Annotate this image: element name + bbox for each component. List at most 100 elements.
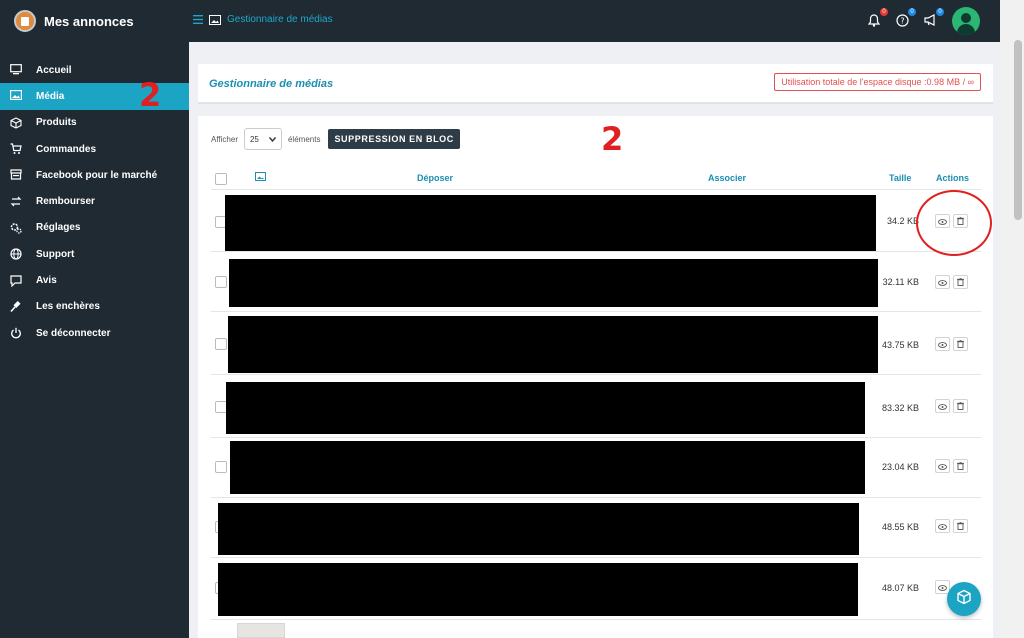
sidebar-item-label: Rembourser bbox=[36, 196, 95, 208]
sidebar-item-label: Se déconnecter bbox=[36, 327, 111, 339]
sidebar-item-logout[interactable]: Se déconnecter bbox=[0, 320, 189, 346]
cube-icon bbox=[956, 589, 972, 610]
table-row: 48.07 KB bbox=[211, 558, 981, 620]
menu-toggle-icon[interactable] bbox=[193, 15, 203, 24]
show-label: Afficher bbox=[211, 134, 238, 144]
svg-text:?: ? bbox=[900, 17, 904, 26]
image-column-icon bbox=[255, 172, 266, 183]
table-header: Déposer Associer Taille Actions bbox=[211, 168, 981, 190]
sidebar-item-rembourser[interactable]: Rembourser bbox=[0, 188, 189, 214]
view-button[interactable] bbox=[935, 275, 950, 289]
table-row: 43.75 KB bbox=[211, 312, 981, 375]
globe-icon bbox=[10, 248, 22, 260]
view-button[interactable] bbox=[935, 459, 950, 473]
scrollbar-thumb[interactable] bbox=[1014, 40, 1022, 220]
bulk-delete-button[interactable]: SUPPRESSION EN BLOC bbox=[328, 129, 460, 149]
delete-button[interactable] bbox=[953, 459, 968, 473]
help-badge: 0 bbox=[908, 8, 916, 16]
eye-icon bbox=[938, 273, 947, 291]
help-icon[interactable]: ? 0 bbox=[896, 8, 916, 28]
delete-button[interactable] bbox=[953, 275, 968, 289]
sidebar: Accueil Média Produits Commandes Faceboo… bbox=[0, 42, 189, 638]
sidebar-item-facebook-marketplace[interactable]: Facebook pour le marché bbox=[0, 162, 189, 188]
row-checkbox[interactable] bbox=[215, 461, 227, 473]
redacted-content bbox=[218, 503, 859, 555]
redacted-content bbox=[218, 563, 858, 616]
sidebar-item-label: Facebook pour le marché bbox=[36, 169, 158, 181]
gears-icon bbox=[10, 222, 22, 234]
breadcrumb: Gestionnaire de médias bbox=[193, 14, 333, 25]
row-checkbox[interactable] bbox=[215, 276, 227, 288]
delete-button[interactable] bbox=[953, 337, 968, 351]
column-size[interactable]: Taille bbox=[889, 173, 911, 183]
header-card: Gestionnaire de médias Utilisation total… bbox=[198, 64, 993, 104]
redacted-content bbox=[226, 382, 865, 434]
table-row: 83.32 KB bbox=[211, 375, 981, 438]
file-size: 34.2 KB bbox=[886, 216, 919, 226]
table-row: 23.04 KB bbox=[211, 438, 981, 498]
breadcrumb-label[interactable]: Gestionnaire de médias bbox=[227, 14, 333, 25]
power-icon bbox=[10, 327, 22, 339]
file-size: 83.32 KB bbox=[881, 403, 919, 413]
top-bar: Mes annonces Gestionnaire de médias 0 ? … bbox=[0, 0, 1000, 42]
table-controls: Afficher 25 éléments SUPPRESSION EN BLOC bbox=[211, 128, 460, 150]
brand-logo-icon bbox=[14, 10, 36, 32]
sidebar-item-encheres[interactable]: Les enchères bbox=[0, 294, 189, 320]
sidebar-item-label: Réglages bbox=[36, 222, 81, 234]
cart-icon bbox=[10, 143, 22, 155]
sidebar-item-label: Les enchères bbox=[36, 301, 100, 313]
refund-icon bbox=[10, 196, 22, 208]
sidebar-item-commandes[interactable]: Commandes bbox=[0, 136, 189, 162]
sidebar-item-reglages[interactable]: Réglages bbox=[0, 215, 189, 241]
trash-icon bbox=[957, 335, 964, 353]
table-row: 32.11 KB bbox=[211, 252, 981, 312]
file-size: 23.04 KB bbox=[881, 462, 919, 472]
sidebar-item-avis[interactable]: Avis bbox=[0, 267, 189, 293]
column-associate[interactable]: Associer bbox=[708, 173, 746, 183]
sidebar-item-support[interactable]: Support bbox=[0, 241, 189, 267]
monitor-icon bbox=[10, 64, 22, 76]
redacted-content bbox=[229, 259, 878, 307]
column-upload[interactable]: Déposer bbox=[417, 173, 453, 183]
image-icon bbox=[209, 14, 221, 25]
trash-icon bbox=[957, 517, 964, 535]
redacted-content bbox=[225, 195, 876, 251]
select-all-checkbox[interactable] bbox=[215, 173, 227, 185]
row-checkbox[interactable] bbox=[215, 338, 227, 350]
eye-icon bbox=[938, 517, 947, 535]
annotation-circle bbox=[916, 190, 992, 256]
eye-icon bbox=[938, 578, 947, 596]
top-icons: 0 ? 0 0 bbox=[868, 7, 980, 35]
redacted-content bbox=[230, 441, 865, 494]
image-icon bbox=[10, 90, 22, 102]
floating-cube-button[interactable] bbox=[947, 582, 981, 616]
elements-label: éléments bbox=[287, 134, 321, 144]
view-button[interactable] bbox=[935, 337, 950, 351]
view-button[interactable] bbox=[935, 519, 950, 533]
table-row: 34.2 KB bbox=[211, 192, 981, 252]
page-size-select[interactable]: 25 bbox=[243, 128, 282, 150]
eye-icon bbox=[938, 335, 947, 353]
eye-icon bbox=[938, 457, 947, 475]
sidebar-item-label: Commandes bbox=[36, 143, 97, 155]
user-avatar[interactable] bbox=[952, 7, 980, 35]
annotation-number: 2 bbox=[601, 120, 624, 158]
file-size: 43.75 KB bbox=[881, 340, 919, 350]
sidebar-item-label: Accueil bbox=[36, 64, 72, 76]
box-icon bbox=[10, 117, 22, 129]
delete-button[interactable] bbox=[953, 519, 968, 533]
brand[interactable]: Mes annonces bbox=[14, 8, 134, 34]
megaphone-icon[interactable]: 0 bbox=[924, 8, 944, 28]
view-button[interactable] bbox=[935, 399, 950, 413]
annotation-number: 2 bbox=[139, 76, 162, 114]
eye-icon bbox=[938, 397, 947, 415]
table-row: 48.55 KB bbox=[211, 498, 981, 558]
page-title: Gestionnaire de médias bbox=[209, 78, 334, 90]
bell-icon[interactable]: 0 bbox=[868, 8, 888, 28]
gavel-icon bbox=[10, 300, 22, 313]
media-thumbnail bbox=[237, 623, 285, 638]
file-size: 32.11 KB bbox=[882, 277, 919, 287]
sidebar-item-label: Avis bbox=[36, 275, 57, 287]
delete-button[interactable] bbox=[953, 399, 968, 413]
bell-badge: 0 bbox=[880, 8, 888, 16]
